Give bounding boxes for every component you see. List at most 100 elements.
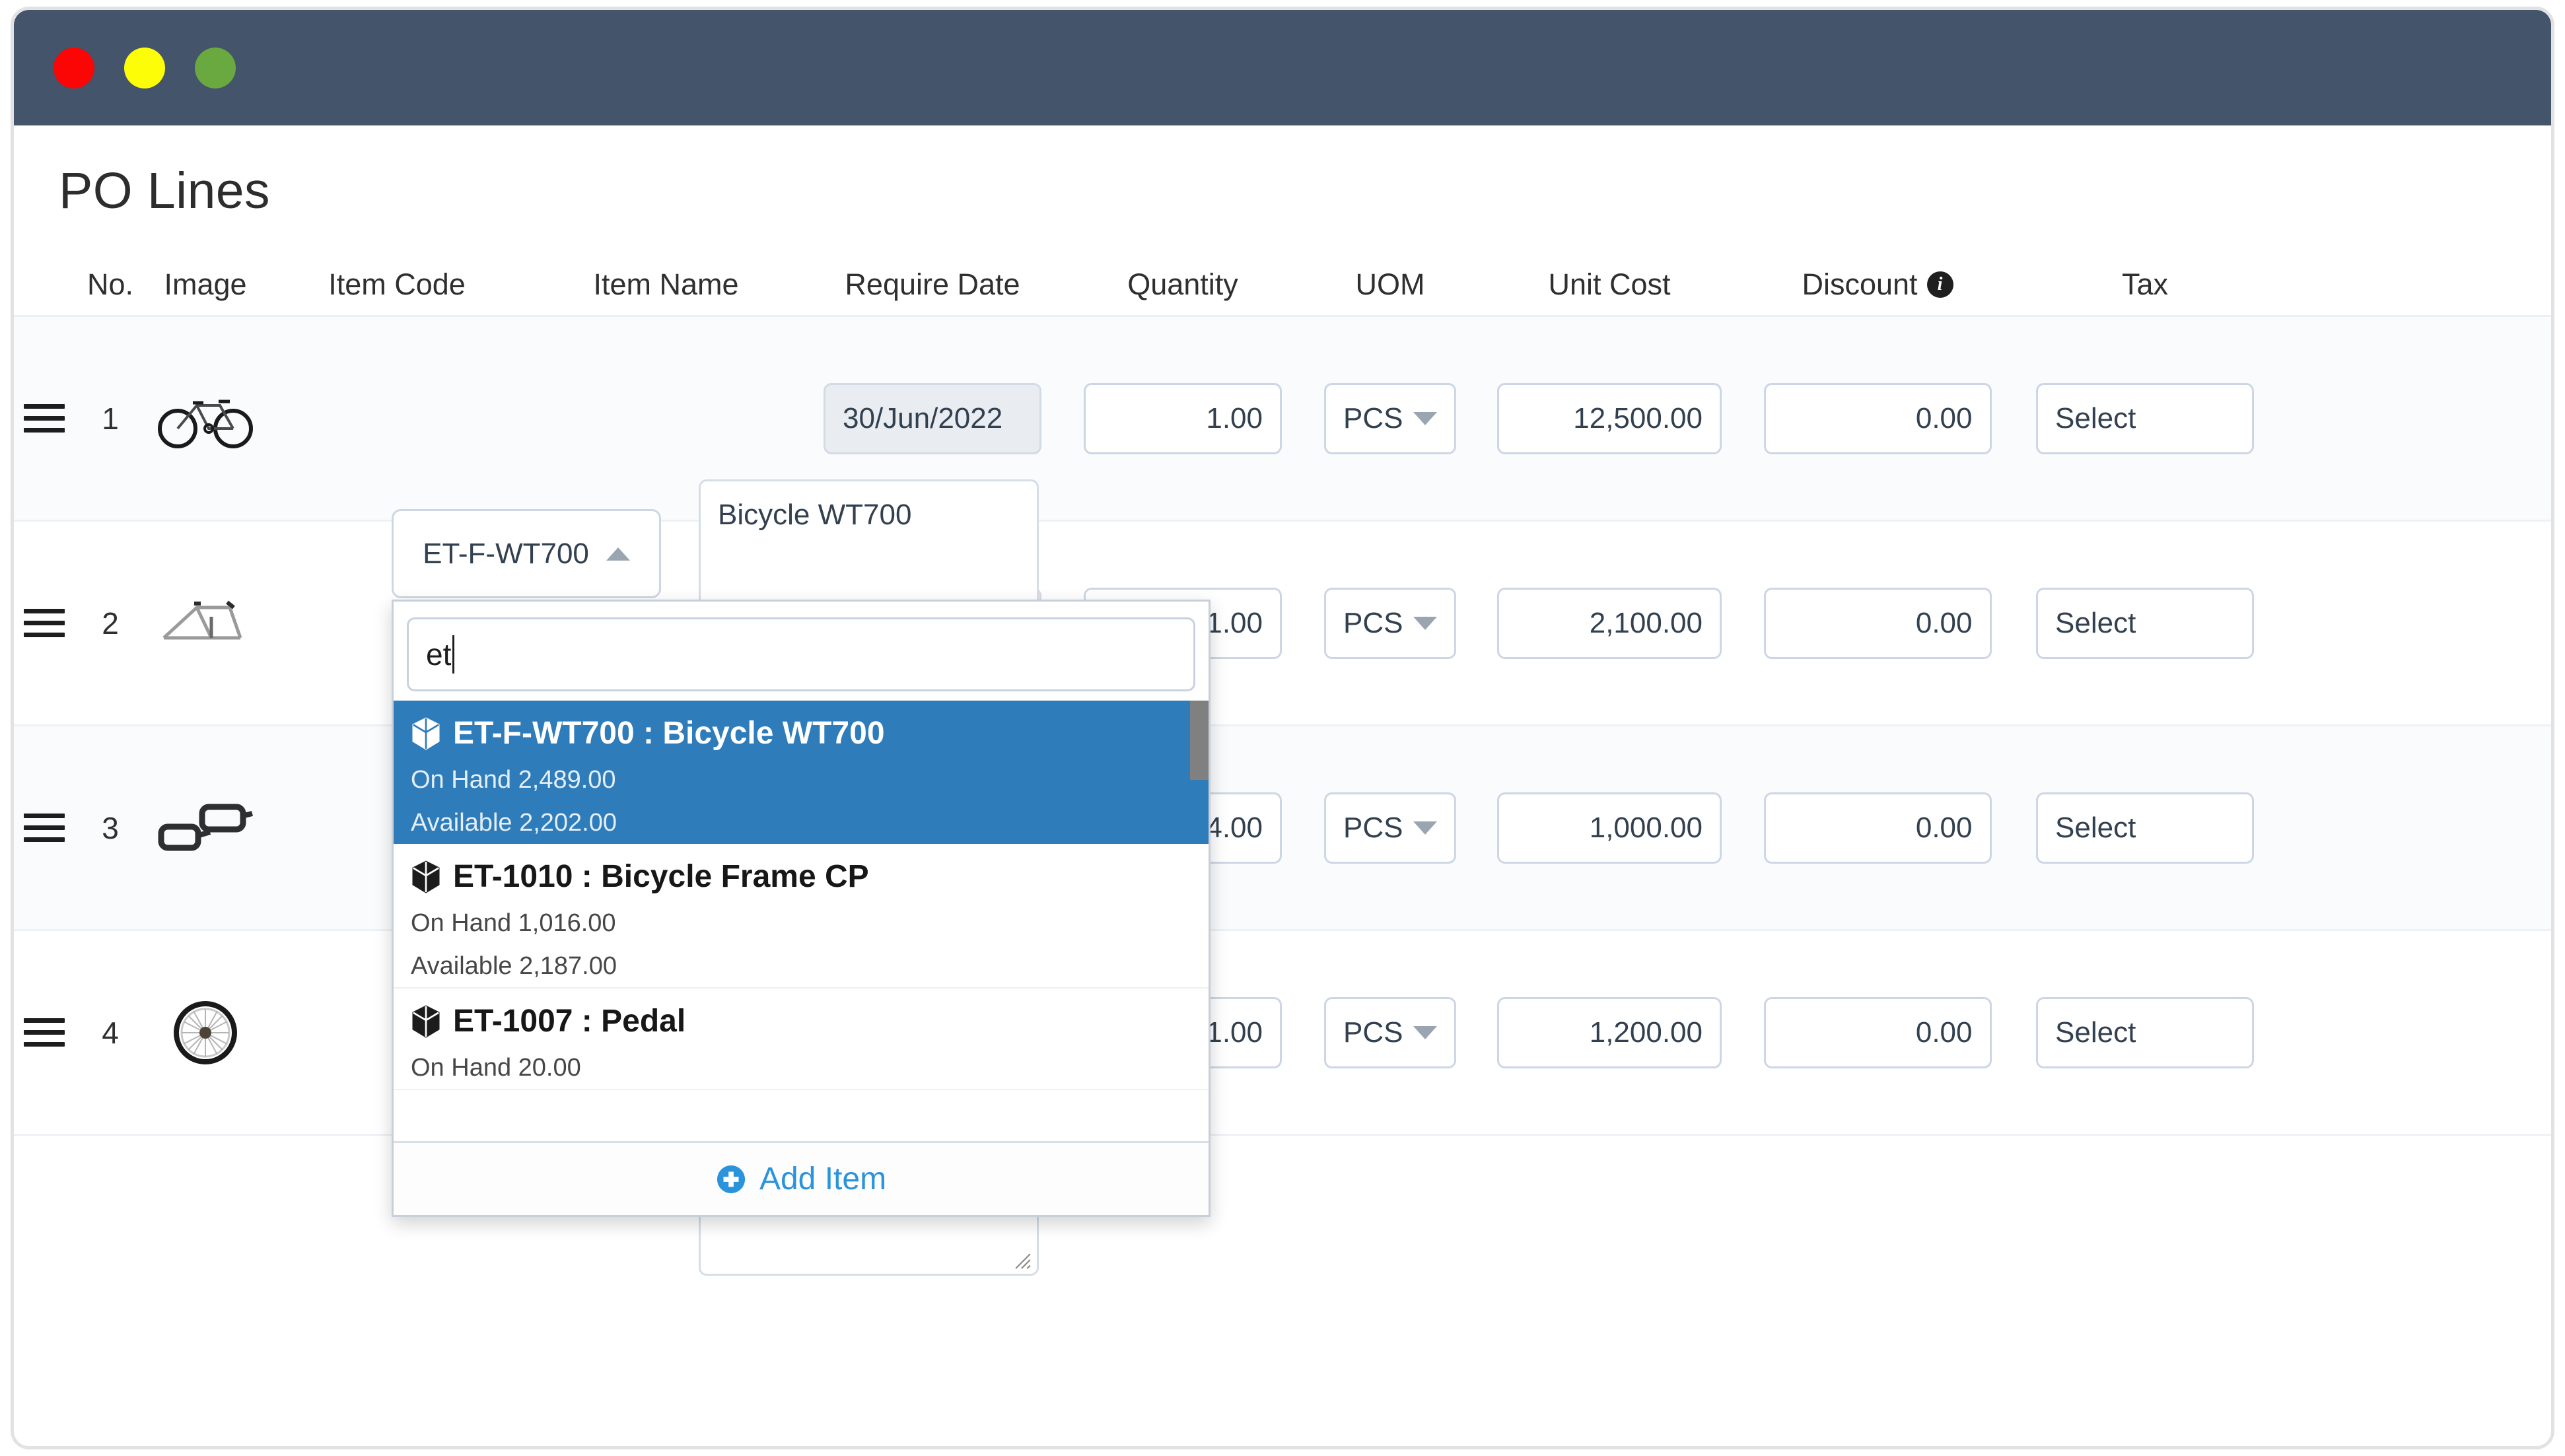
dropdown-option-label: ET-1007 : Pedal — [453, 1004, 686, 1039]
table-row: 1 30/Jun/2022 1.00 PCS 12,500.00 0.00 Se… — [14, 317, 2551, 522]
row-unit-cost-cell: 1,200.00 — [1477, 931, 1742, 1134]
row-tax-cell: Select — [2013, 522, 2277, 724]
page-title: PO Lines — [59, 162, 270, 219]
dropdown-option-label: ET-F-WT700 : Bicycle WT700 — [453, 716, 885, 751]
dropdown-search-value: et — [426, 637, 452, 672]
column-header-discount-label: Discount — [1802, 267, 1918, 301]
column-header-no: No. — [87, 267, 134, 301]
row-item-code-cell — [265, 317, 529, 520]
row-drag-cell — [14, 726, 75, 929]
tax-select[interactable]: Select — [2036, 382, 2254, 454]
discount-input[interactable]: 0.00 — [1763, 587, 1992, 659]
add-item-button[interactable]: Add Item — [394, 1141, 1209, 1215]
dropdown-search-input[interactable]: et — [407, 617, 1195, 691]
dropdown-option-title-row: ET-1007 : Pedal — [411, 1003, 1191, 1039]
dropdown-option-list[interactable]: ET-F-WT700 : Bicycle WT700 On Hand 2,489… — [394, 701, 1209, 1141]
row-number-cell: 1 — [75, 317, 146, 520]
row-quantity-cell: 1.00 — [1062, 317, 1304, 520]
row-number: 2 — [102, 606, 119, 641]
unit-cost-input[interactable]: 12,500.00 — [1497, 382, 1722, 454]
tax-select[interactable]: Select — [2036, 587, 2254, 659]
column-header-require-date: Require Date — [845, 267, 1020, 301]
tax-select[interactable]: Select — [2036, 996, 2254, 1068]
dropdown-option-available: Available 2,202.00 — [411, 809, 617, 837]
chevron-up-icon — [606, 547, 630, 561]
plus-circle-icon — [717, 1165, 746, 1193]
row-discount-cell: 0.00 — [1742, 726, 2013, 929]
bicycle-frame-thumbnail-icon — [156, 587, 255, 660]
discount-input[interactable]: 0.00 — [1763, 382, 1992, 454]
row-number-cell: 2 — [75, 522, 146, 724]
row-number-cell: 4 — [75, 931, 146, 1134]
tax-select[interactable]: Select — [2036, 792, 2254, 864]
uom-select-value: PCS — [1343, 811, 1403, 844]
row-number-cell: 3 — [75, 726, 146, 929]
column-header-discount: Discount i — [1742, 267, 2013, 302]
close-button[interactable] — [53, 47, 94, 88]
row-image-cell — [146, 522, 265, 724]
chevron-down-icon — [1413, 411, 1437, 425]
column-header-item-name: Item Name — [593, 267, 739, 301]
unit-cost-input[interactable]: 1,000.00 — [1497, 792, 1722, 864]
row-uom-cell: PCS — [1304, 317, 1477, 520]
row-unit-cost-cell: 2,100.00 — [1477, 522, 1742, 724]
unit-cost-input[interactable]: 1,200.00 — [1497, 996, 1722, 1068]
resize-grip-icon[interactable] — [1014, 1253, 1032, 1270]
dropdown-option-label: ET-1010 : Bicycle Frame CP — [453, 859, 869, 894]
drag-handle-icon[interactable] — [24, 1018, 65, 1047]
dropdown-option-on-hand: On Hand 1,016.00 — [411, 909, 616, 937]
discount-input[interactable]: 0.00 — [1763, 996, 1992, 1068]
browser-window: PO Lines No. Image Item Code Item Name R… — [11, 7, 2554, 1449]
dropdown-option-title-row: ET-1010 : Bicycle Frame CP — [411, 858, 1191, 895]
app-root: PO Lines No. Image Item Code Item Name R… — [0, 0, 2565, 1456]
uom-select-value: PCS — [1343, 1016, 1403, 1049]
dropdown-option-available: Available 2,187.00 — [411, 952, 617, 980]
unit-cost-input[interactable]: 2,100.00 — [1497, 587, 1722, 659]
column-header-tax: Tax — [2121, 267, 2169, 301]
drag-handle-icon[interactable] — [24, 404, 65, 433]
item-code-combobox-value: ET-F-WT700 — [423, 537, 589, 570]
text-cursor — [452, 635, 455, 674]
chevron-down-icon — [1413, 1025, 1437, 1039]
minimize-button[interactable] — [124, 47, 165, 88]
dropdown-option[interactable]: ET-1007 : Pedal On Hand 20.00 — [394, 988, 1209, 1090]
dropdown-scrollbar-thumb[interactable] — [1190, 701, 1209, 780]
chevron-down-icon — [1413, 616, 1437, 630]
row-tax-cell: Select — [2013, 317, 2277, 520]
column-header-unit-cost: Unit Cost — [1548, 267, 1671, 301]
row-discount-cell: 0.00 — [1742, 931, 2013, 1134]
drag-handle-icon[interactable] — [24, 609, 65, 637]
dropdown-option-title-row: ET-F-WT700 : Bicycle WT700 — [411, 715, 1191, 751]
item-code-combobox[interactable]: ET-F-WT700 — [392, 509, 661, 598]
row-image-cell — [146, 317, 265, 520]
discount-input[interactable]: 0.00 — [1763, 792, 1992, 864]
drag-handle-icon[interactable] — [24, 814, 65, 842]
uom-select-value: PCS — [1343, 401, 1403, 434]
column-header-item-code: Item Code — [328, 267, 466, 301]
pedals-thumbnail-icon — [156, 792, 255, 864]
quantity-input[interactable]: 1.00 — [1084, 382, 1282, 454]
require-date-input[interactable]: 30/Jun/2022 — [824, 382, 1041, 454]
row-image-cell — [146, 726, 265, 929]
row-uom-cell: PCS — [1304, 931, 1477, 1134]
uom-select[interactable]: PCS — [1324, 382, 1456, 454]
column-header-uom: UOM — [1355, 267, 1425, 301]
uom-select[interactable]: PCS — [1324, 996, 1456, 1068]
dropdown-option[interactable]: ET-1010 : Bicycle Frame CP On Hand 1,016… — [394, 844, 1209, 988]
box-icon — [412, 716, 440, 750]
dropdown-option[interactable]: ET-F-WT700 : Bicycle WT700 On Hand 2,489… — [394, 701, 1209, 844]
row-unit-cost-cell: 12,500.00 — [1477, 317, 1742, 520]
row-number: 4 — [102, 1015, 119, 1050]
wheel-thumbnail-icon — [156, 996, 255, 1069]
window-titlebar — [14, 10, 2551, 125]
box-icon — [412, 1004, 440, 1038]
uom-select[interactable]: PCS — [1324, 792, 1456, 864]
maximize-button[interactable] — [195, 47, 236, 88]
row-discount-cell: 0.00 — [1742, 522, 2013, 724]
item-name-textarea[interactable]: Bicycle WT700 — [699, 479, 1039, 619]
info-icon[interactable]: i — [1926, 271, 1953, 298]
row-unit-cost-cell: 1,000.00 — [1477, 726, 1742, 929]
add-item-label: Add Item — [759, 1161, 887, 1196]
row-tax-cell: Select — [2013, 726, 2277, 929]
uom-select[interactable]: PCS — [1324, 587, 1456, 659]
